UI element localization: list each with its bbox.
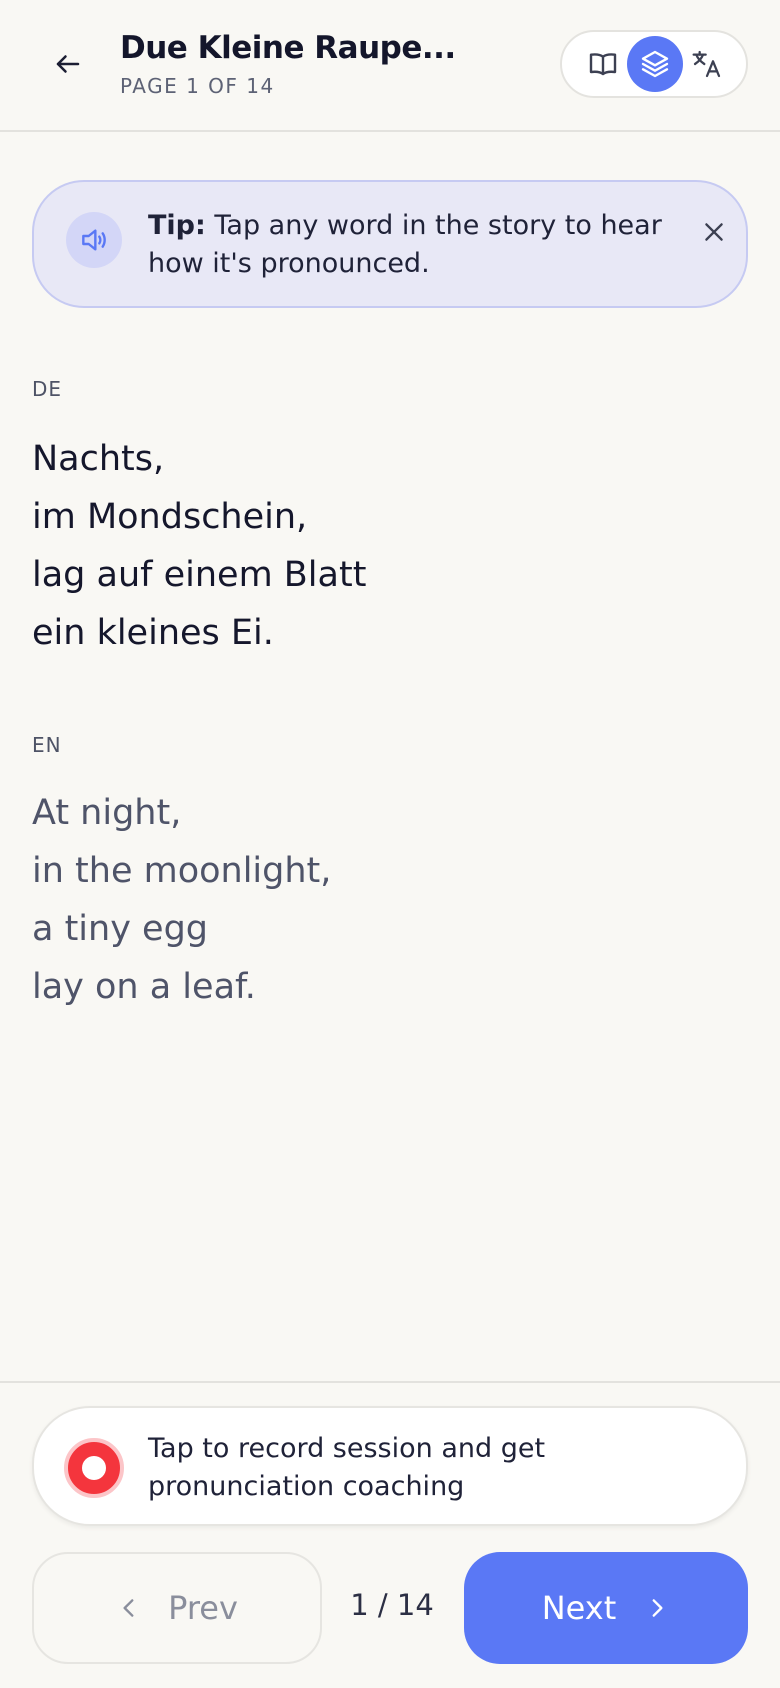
german-text: Nachts, im Mondschein, lag auf einem Bla… xyxy=(32,430,366,662)
tip-banner: Tip: Tap any word in the story to hear h… xyxy=(32,180,748,308)
tip-label: Tip: xyxy=(148,210,206,241)
english-line: a tiny egg xyxy=(32,909,209,949)
tip-message: Tap any word in the story to hear how it… xyxy=(148,210,662,279)
german-line[interactable]: ein kleines Ei. xyxy=(32,604,366,662)
page-indicator: PAGE 1 OF 14 xyxy=(120,74,275,98)
prev-button[interactable]: Prev xyxy=(32,1552,322,1664)
record-session-button[interactable]: Tap to record session and get pronunciat… xyxy=(32,1406,748,1526)
bottom-divider xyxy=(0,1381,780,1383)
page-counter: 1 / 14 xyxy=(350,1588,434,1622)
english-line: At night, xyxy=(32,793,182,833)
read-mode-button[interactable] xyxy=(575,36,631,92)
speaker-icon xyxy=(66,212,122,268)
english-line: in the moonlight, xyxy=(32,851,332,891)
german-line[interactable]: Nachts, xyxy=(32,430,366,488)
back-button[interactable] xyxy=(44,40,92,88)
book-title: Due Kleine Raupe... xyxy=(120,30,456,66)
next-button[interactable]: Next xyxy=(464,1552,748,1664)
close-icon xyxy=(705,223,723,241)
next-label: Next xyxy=(541,1589,617,1627)
layers-mode-button[interactable] xyxy=(627,36,683,92)
translate-mode-button[interactable] xyxy=(679,36,735,92)
english-label: EN xyxy=(32,733,62,757)
arrow-left-icon xyxy=(56,55,80,73)
book-open-icon xyxy=(589,53,617,76)
tip-text: Tip: Tap any word in the story to hear h… xyxy=(148,207,668,283)
view-mode-toggle xyxy=(560,30,748,98)
record-text: Tap to record session and get pronunciat… xyxy=(148,1433,546,1502)
top-bar: Due Kleine Raupe... PAGE 1 OF 14 xyxy=(0,0,780,132)
title-block: Due Kleine Raupe... PAGE 1 OF 14 xyxy=(120,30,456,98)
german-line[interactable]: lag auf einem Blatt xyxy=(32,546,366,604)
english-text: At night, in the moonlight, a tiny egg l… xyxy=(32,784,331,1016)
chevron-right-icon xyxy=(652,1599,663,1617)
tip-close-button[interactable] xyxy=(690,208,738,256)
prev-label: Prev xyxy=(168,1589,238,1627)
german-label: DE xyxy=(32,377,63,401)
chevron-left-icon xyxy=(123,1599,134,1617)
record-icon xyxy=(64,1438,124,1498)
layers-icon xyxy=(641,50,669,78)
english-line: lay on a leaf. xyxy=(32,967,256,1007)
german-line[interactable]: im Mondschein, xyxy=(32,488,366,546)
translate-icon xyxy=(692,50,721,78)
